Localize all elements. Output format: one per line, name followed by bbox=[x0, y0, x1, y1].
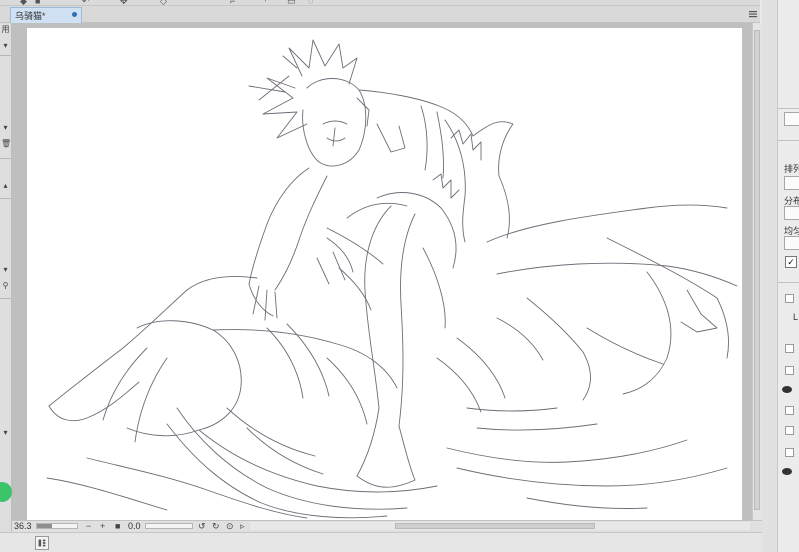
layer-checkbox[interactable] bbox=[785, 426, 794, 435]
left-panel: 用 ▾ ▾ 🗑 ▴ ▾ ⚲ ▾ bbox=[0, 23, 12, 552]
chevron-down-icon[interactable]: ▾ bbox=[1, 41, 10, 51]
zoom-in-button[interactable]: + bbox=[100, 520, 105, 532]
sketch-drawing[interactable] bbox=[27, 28, 742, 520]
align-button[interactable] bbox=[784, 176, 799, 190]
horizontal-scrollbar-thumb[interactable] bbox=[395, 523, 595, 529]
layer-checkbox[interactable] bbox=[785, 366, 794, 375]
tab-document[interactable]: 乌骑猫* bbox=[10, 7, 82, 23]
tool-icon[interactable]: ▴ bbox=[1, 181, 10, 191]
layer-checkbox[interactable] bbox=[785, 448, 794, 457]
left-panel-label: 用 bbox=[1, 25, 10, 34]
panel-button[interactable] bbox=[784, 112, 799, 126]
rotation-value[interactable]: 0.0 bbox=[128, 521, 141, 532]
vertical-scrollbar-thumb[interactable] bbox=[754, 30, 760, 510]
flip-icon[interactable]: ▹ bbox=[240, 520, 245, 532]
eye-icon[interactable] bbox=[782, 386, 792, 393]
distribute-button[interactable] bbox=[784, 206, 799, 220]
trash-icon[interactable]: 🗑 bbox=[1, 139, 11, 149]
zoom-out-button[interactable]: − bbox=[86, 520, 91, 532]
layout-icon[interactable] bbox=[35, 536, 49, 550]
fit-icon[interactable]: ■ bbox=[115, 520, 120, 532]
layer-partial-label: L bbox=[793, 312, 799, 322]
chevron-down-icon[interactable]: ▾ bbox=[1, 265, 10, 275]
chevron-down-icon[interactable]: ▾ bbox=[1, 428, 10, 438]
reset-rotation-icon[interactable]: ⊙ bbox=[226, 520, 234, 532]
layer-checkbox[interactable] bbox=[785, 294, 794, 303]
rotate-right-icon[interactable]: ↻ bbox=[212, 520, 220, 532]
tab-document-label: 乌骑猫* bbox=[15, 11, 46, 21]
rotate-left-icon[interactable]: ↺ bbox=[198, 520, 206, 532]
unsaved-dot-icon bbox=[72, 12, 77, 17]
chevron-down-icon[interactable]: ▾ bbox=[1, 123, 10, 133]
enable-checkbox[interactable]: ✓ bbox=[785, 256, 797, 268]
bottom-bar bbox=[0, 532, 762, 552]
rotation-slider[interactable] bbox=[145, 523, 193, 529]
even-button[interactable] bbox=[784, 236, 799, 250]
tab-bar bbox=[0, 6, 760, 23]
layer-checkbox[interactable] bbox=[785, 344, 794, 353]
eye-icon[interactable] bbox=[782, 468, 792, 475]
wrench-icon[interactable]: ⚲ bbox=[1, 281, 10, 291]
right-panel-strip bbox=[762, 0, 778, 552]
zoom-value[interactable]: 36.3 bbox=[14, 521, 32, 532]
layer-checkbox[interactable] bbox=[785, 406, 794, 415]
arrange-label: 排列 bbox=[784, 164, 799, 174]
tab-menu-icon[interactable] bbox=[748, 9, 758, 19]
zoom-slider-fill bbox=[37, 524, 52, 528]
